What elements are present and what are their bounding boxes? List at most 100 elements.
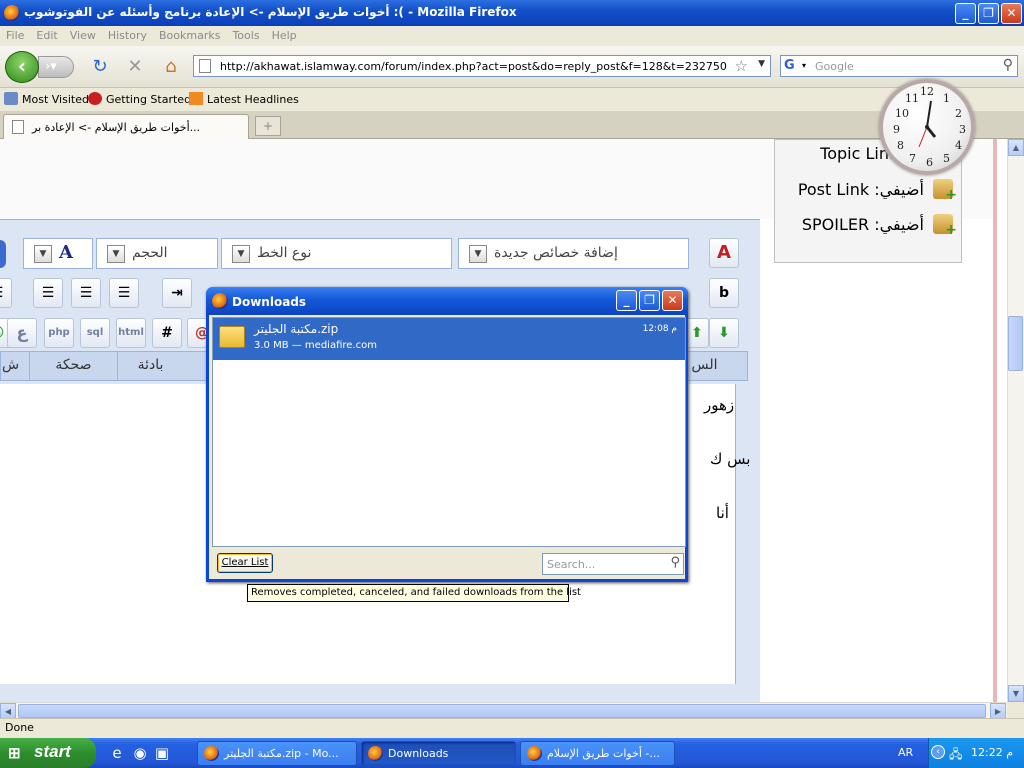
task-zip-download[interactable]: مكتبة الجليتر.zip - Mo... bbox=[197, 741, 357, 766]
menu-view[interactable]: View bbox=[64, 26, 102, 45]
menu-bookmarks[interactable]: Bookmarks bbox=[153, 26, 226, 45]
spoiler-item[interactable]: أضيفي: SPOILER bbox=[775, 214, 957, 244]
indent-button[interactable]: ⇥ bbox=[162, 278, 192, 308]
align-right-button[interactable]: ☰ bbox=[33, 278, 63, 308]
task-downloads[interactable]: Downloads bbox=[361, 741, 516, 766]
editor-tab-2[interactable]: بادئة bbox=[117, 352, 183, 380]
start-label: start bbox=[34, 742, 71, 761]
justify-button[interactable]: ☰ bbox=[0, 278, 12, 308]
html-button[interactable]: html bbox=[116, 318, 146, 348]
start-button[interactable]: ⊞ start bbox=[0, 738, 96, 768]
menu-file[interactable]: File bbox=[0, 26, 30, 45]
menu-tools[interactable]: Tools bbox=[226, 26, 265, 45]
menu-edit[interactable]: Edit bbox=[30, 26, 63, 45]
add-properties-select[interactable]: ▼ إضافة خصائص جديدة bbox=[458, 238, 689, 269]
network-icon[interactable]: 🖧 bbox=[949, 745, 962, 766]
language-indicator[interactable]: AR bbox=[898, 746, 913, 759]
align-left-button[interactable]: ☰ bbox=[109, 278, 139, 308]
clear-format-icon[interactable]: A bbox=[709, 238, 739, 268]
bold-button[interactable]: b bbox=[709, 278, 739, 308]
home-icon[interactable]: ⌂ bbox=[160, 57, 182, 79]
spoiler-label: أضيفي: SPOILER bbox=[801, 215, 924, 234]
firefox-icon bbox=[368, 746, 383, 761]
font-color-label: A bbox=[59, 242, 73, 263]
add-properties-label: إضافة خصائص جديدة bbox=[494, 245, 618, 261]
firefox-quicklaunch-icon[interactable]: ◉ bbox=[131, 744, 149, 762]
folder-icon bbox=[4, 92, 18, 105]
menu-help[interactable]: Help bbox=[266, 26, 303, 45]
dropdown-arrow-icon[interactable]: ▼ bbox=[107, 245, 125, 263]
vertical-scroll-thumb[interactable] bbox=[1008, 316, 1023, 371]
dropdown-arrow-icon[interactable]: ▼ bbox=[469, 245, 487, 263]
downloads-close-button[interactable]: ✕ bbox=[662, 290, 683, 311]
horizontal-scroll-thumb[interactable] bbox=[18, 704, 986, 718]
reload-icon[interactable]: ↻ bbox=[89, 57, 111, 79]
google-icon[interactable]: G bbox=[784, 58, 800, 74]
system-clock[interactable]: 12:22 م bbox=[971, 746, 1013, 759]
downloads-maximize-button[interactable]: ❐ bbox=[639, 290, 660, 311]
search-placeholder: Google bbox=[815, 60, 854, 73]
search-engine-dropdown-icon[interactable]: ▾ bbox=[802, 61, 806, 70]
scroll-down-icon[interactable]: ▼ bbox=[1008, 685, 1024, 702]
downloads-search-input[interactable]: Search... ⚲ bbox=[542, 553, 684, 575]
task-forum[interactable]: أخوات طريق الإسلام -... bbox=[520, 741, 675, 766]
horizontal-scrollbar[interactable]: ◀ ▶ bbox=[0, 702, 1007, 719]
dropdown-arrow-icon[interactable]: ▼ bbox=[232, 245, 250, 263]
move-up-icon[interactable]: ⬆ bbox=[685, 318, 709, 348]
menu-history[interactable]: History bbox=[102, 26, 153, 45]
tray-expand-icon[interactable]: ‹ bbox=[931, 745, 945, 759]
editor-edge-icon bbox=[0, 240, 6, 268]
forward-button[interactable]: ›▾ bbox=[38, 56, 74, 78]
download-info: 3.0 MB — mediafire.com bbox=[254, 340, 377, 351]
url-bar[interactable]: http://akhawat.islamway.com/forum/index.… bbox=[193, 55, 771, 77]
status-bar: Done bbox=[0, 718, 1024, 736]
vertical-scrollbar[interactable]: ▲ ▼ bbox=[1007, 139, 1024, 702]
show-desktop-icon[interactable]: ▣ bbox=[153, 744, 171, 762]
search-icon[interactable]: ⚲ bbox=[670, 555, 680, 570]
stop-icon[interactable]: ✕ bbox=[124, 57, 146, 79]
bookmark-latest-headlines[interactable]: Latest Headlines bbox=[189, 92, 299, 106]
sql-button[interactable]: sql bbox=[80, 318, 110, 348]
scroll-up-icon[interactable]: ▲ bbox=[1008, 139, 1024, 156]
scrollbar-corner bbox=[1007, 702, 1024, 718]
php-button[interactable]: php bbox=[44, 318, 74, 348]
url-dropdown-icon[interactable]: ▼ bbox=[758, 59, 765, 69]
downloads-minimize-button[interactable]: _ bbox=[616, 290, 637, 311]
minimize-button[interactable]: _ bbox=[955, 3, 976, 24]
tab-bar: أخوات طريق الإسلام -> الإعادة بر... + bbox=[0, 111, 1024, 139]
ie-icon[interactable]: e bbox=[108, 744, 126, 762]
new-tab-button[interactable]: + bbox=[255, 116, 281, 136]
scroll-left-icon[interactable]: ◀ bbox=[0, 703, 16, 719]
page-icon bbox=[199, 59, 211, 73]
bookmark-getting-started[interactable]: Getting Started bbox=[88, 92, 191, 106]
post-link-item[interactable]: أضيفي: Post Link bbox=[775, 179, 957, 209]
editor-tab-partial[interactable]: ش bbox=[0, 352, 29, 380]
clear-list-tooltip: Removes completed, canceled, and failed … bbox=[247, 584, 581, 602]
close-button[interactable]: ✕ bbox=[1001, 3, 1022, 24]
font-color-select[interactable]: ▼ A bbox=[23, 238, 93, 269]
download-item[interactable]: مكتبة الجليتر.zip 3.0 MB — mediafire.com… bbox=[213, 318, 685, 360]
window-title-bar[interactable]: أخوات طريق الإسلام -> الإعادة برنامج وأس… bbox=[0, 0, 1024, 26]
navigation-toolbar: ›▾ ‹ ↻ ✕ ⌂ http://akhawat.islamway.com/f… bbox=[0, 46, 1024, 88]
search-box[interactable]: G ▾ Google ⚲ bbox=[780, 55, 1018, 77]
tab-forum[interactable]: أخوات طريق الإسلام -> الإعادة بر... bbox=[3, 114, 249, 139]
bookmark-most-visited[interactable]: Most Visited bbox=[4, 92, 89, 106]
back-button[interactable]: ‹ bbox=[5, 51, 39, 83]
arabic-button[interactable]: ع bbox=[7, 318, 37, 348]
search-icon[interactable]: ⚲ bbox=[1003, 57, 1013, 73]
hash-button[interactable]: # bbox=[152, 318, 182, 348]
downloads-list[interactable]: مكتبة الجليتر.zip 3.0 MB — mediafire.com… bbox=[212, 317, 686, 547]
scroll-right-icon[interactable]: ▶ bbox=[990, 703, 1006, 719]
font-size-select[interactable]: ▼ الحجم bbox=[96, 238, 218, 269]
editor-tab-1[interactable]: صحكة bbox=[29, 352, 117, 380]
downloads-window: Downloads _ ❐ ✕ مكتبة الجليتر.zip 3.0 MB… bbox=[206, 287, 688, 582]
align-center-button[interactable]: ☰ bbox=[71, 278, 101, 308]
downloads-title-bar[interactable]: Downloads _ ❐ ✕ bbox=[206, 287, 688, 315]
dropdown-arrow-icon[interactable]: ▼ bbox=[34, 245, 52, 263]
clear-list-button[interactable]: Clear List bbox=[217, 553, 273, 573]
move-down-icon[interactable]: ⬇ bbox=[709, 318, 739, 348]
font-type-select[interactable]: ▼ نوع الخط bbox=[221, 238, 452, 269]
maximize-button[interactable]: ❐ bbox=[978, 3, 999, 24]
task-label: Downloads bbox=[388, 747, 449, 760]
bookmark-star-icon[interactable]: ☆ bbox=[735, 57, 748, 75]
